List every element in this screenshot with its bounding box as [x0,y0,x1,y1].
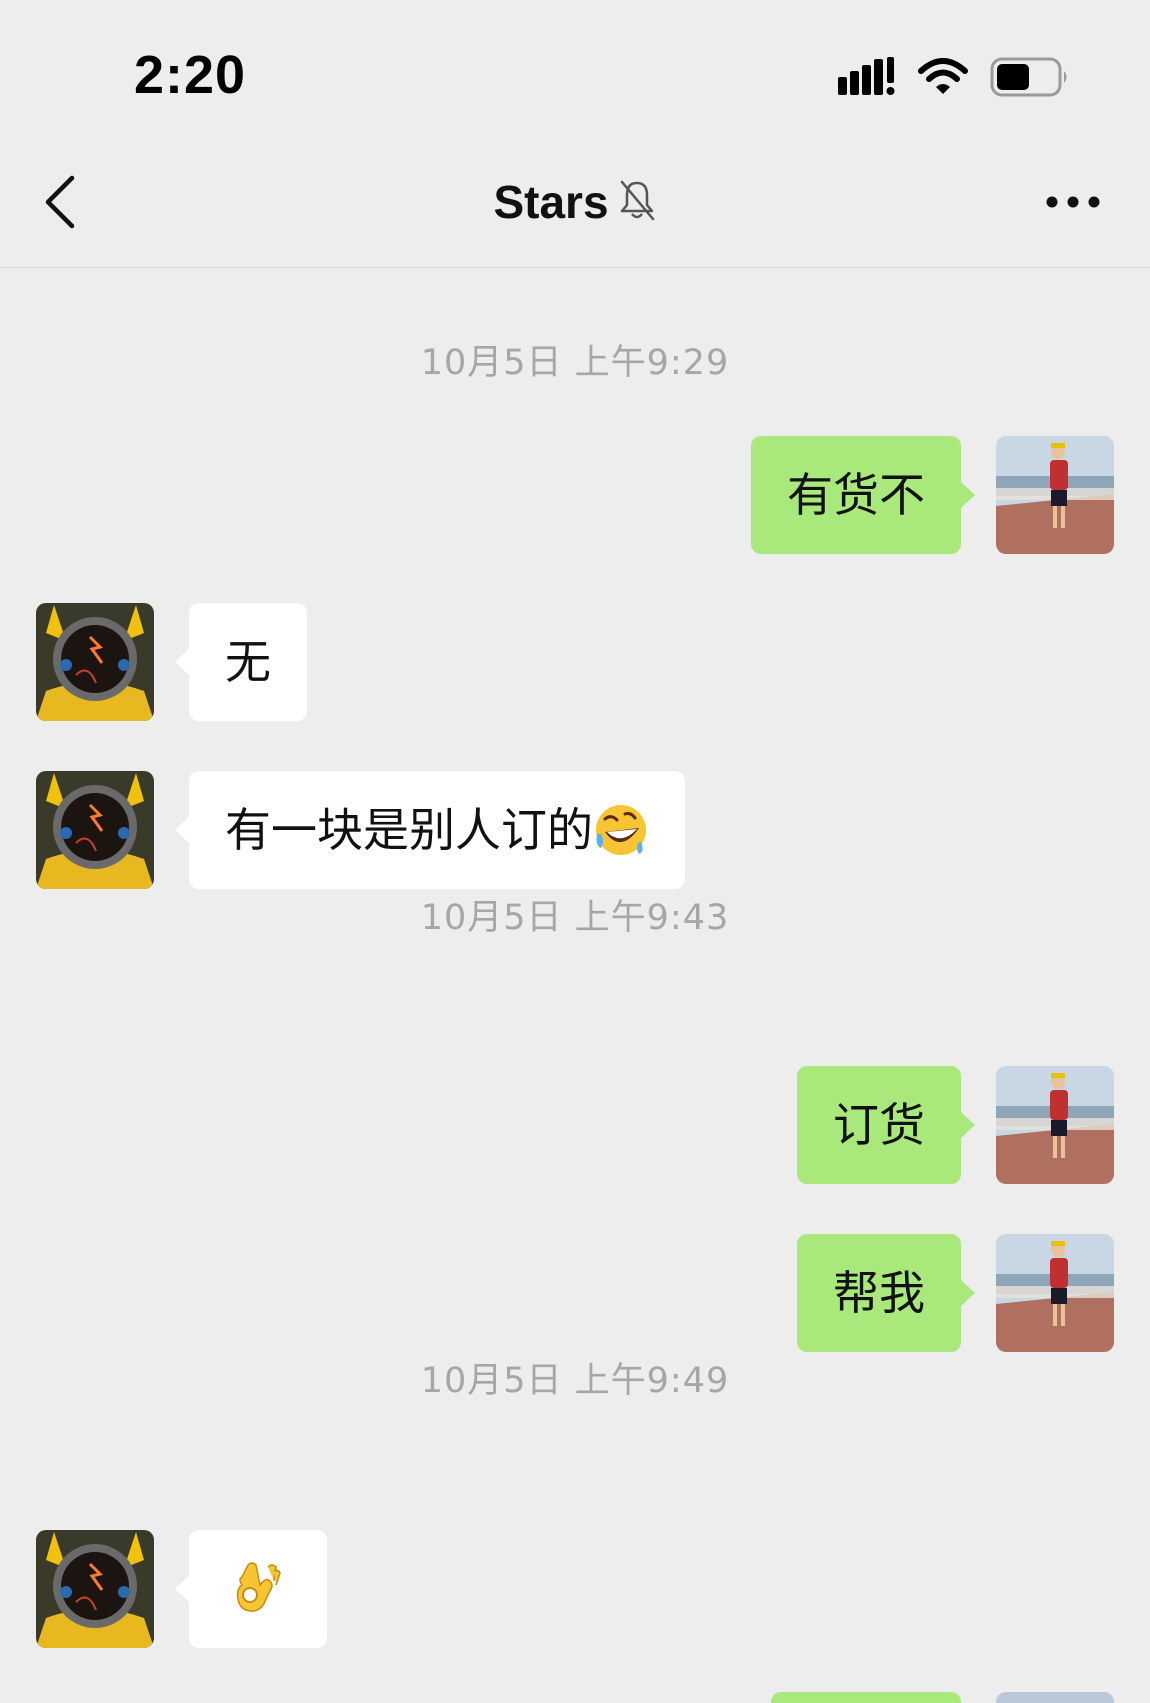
my-avatar[interactable] [996,1234,1114,1352]
more-icon [1046,196,1100,208]
contact-avatar[interactable] [36,1530,154,1648]
page-title: Stars [493,176,609,228]
mute-bell-icon [617,178,657,226]
more-button[interactable] [1036,180,1110,224]
battery-icon [990,57,1070,97]
sent-message-bubble[interactable]: 订货 [797,1066,975,1184]
chat-screen: 2:20 Stars 10月5日 上午9:29 有货不 无 有一块是别人订的 1… [0,0,1150,1703]
nav-title-group: Stars [0,172,1150,232]
my-avatar-photo [996,1234,1114,1352]
my-avatar-photo [996,436,1114,554]
rolling-laughing-emoji-icon [593,802,649,858]
timestamp: 10月5日 上午9:29 [420,343,730,383]
sent-message-bubble[interactable]: 帮我 [797,1234,975,1352]
astronaut-avatar [36,1530,154,1648]
received-message-bubble[interactable]: 有一块是别人订的 [175,771,685,889]
contact-avatar[interactable] [36,603,154,721]
message-text: 有货不 [787,468,925,522]
chat-list[interactable]: 10月5日 上午9:29 有货不 无 有一块是别人订的 10月5日 上午9:43… [0,268,1150,1703]
my-avatar[interactable] [996,1066,1114,1184]
contact-avatar[interactable] [36,771,154,889]
message-text: 无 [225,635,271,689]
status-icons [838,55,1070,99]
astronaut-avatar [36,603,154,721]
sent-message-bubble-partial[interactable] [771,1692,961,1703]
signal-icon [838,57,896,97]
my-avatar-photo [996,1066,1114,1184]
message-text: 订货 [833,1098,925,1152]
received-message-bubble[interactable]: 无 [175,603,307,721]
my-avatar[interactable] [996,436,1114,554]
timestamp: 10月5日 上午9:43 [420,898,730,938]
message-text: 帮我 [833,1266,925,1320]
my-avatar-partial[interactable] [996,1692,1114,1703]
received-message-bubble[interactable] [175,1530,327,1648]
astronaut-avatar [36,771,154,889]
status-bar: 2:20 [0,0,1150,140]
wifi-icon [918,57,968,97]
status-time: 2:20 [134,45,247,105]
ok-hand-emoji-icon [230,1559,286,1619]
timestamp: 10月5日 上午9:49 [420,1361,730,1401]
sent-message-bubble[interactable]: 有货不 [751,436,975,554]
nav-bar: Stars [0,140,1150,268]
message-text: 有一块是别人订的 [225,803,593,857]
